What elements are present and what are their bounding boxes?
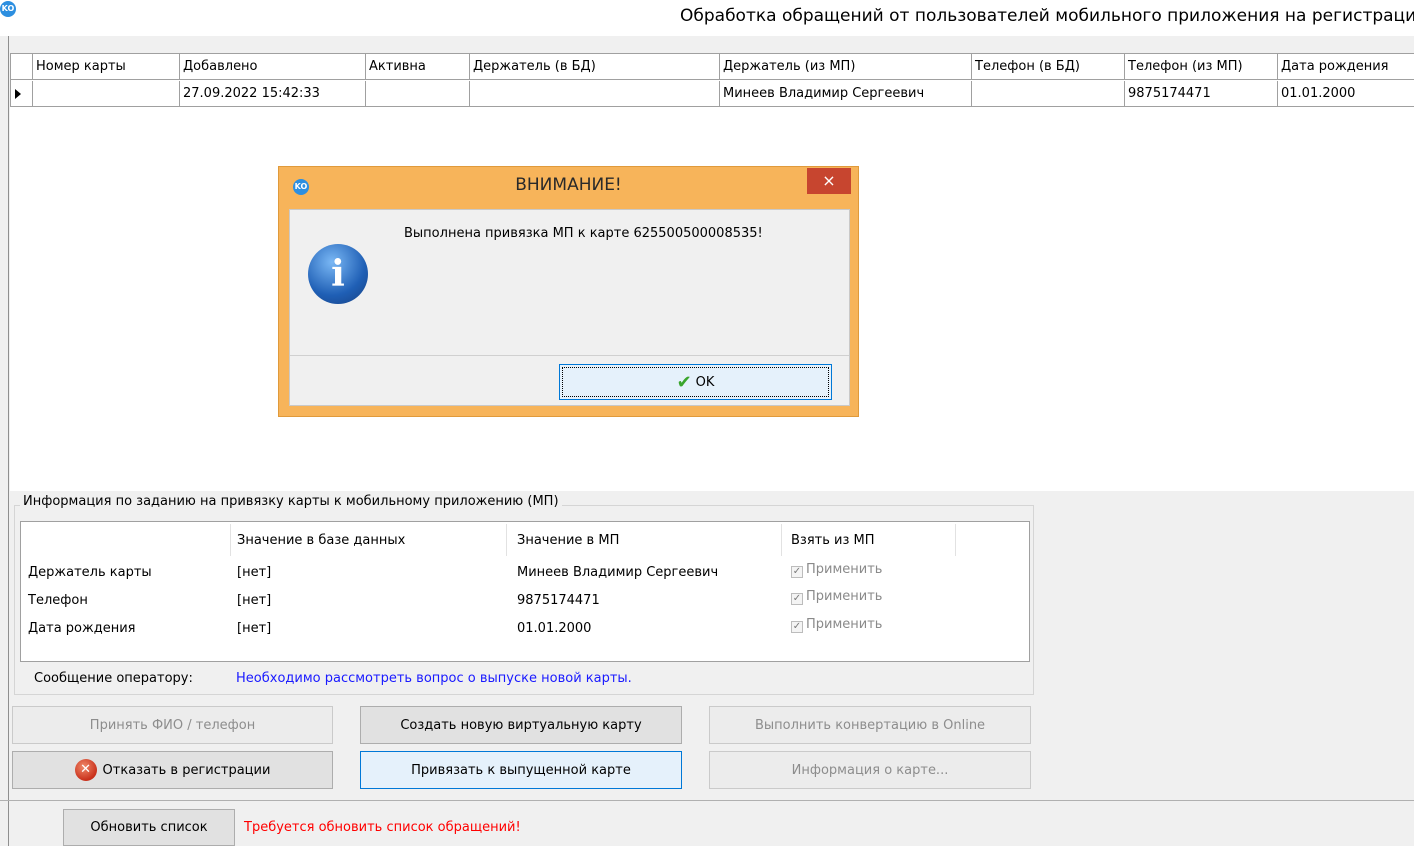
- grid-header: Номер карты Добавлено Активна Держатель …: [10, 54, 1414, 80]
- create-virtual-card-button[interactable]: Создать новую виртуальную карту: [360, 706, 682, 744]
- window-left-border: [8, 36, 9, 846]
- cell-active[interactable]: [366, 81, 470, 107]
- holder-apply-checkbox: ✓ Применить: [791, 562, 883, 578]
- window-title: Обработка обращений от пользователей моб…: [680, 6, 1414, 26]
- column-header-birth-date[interactable]: Дата рождения: [1278, 54, 1414, 80]
- reject-registration-label: Отказать в регистрации: [102, 762, 271, 778]
- row-indicator-cell: [10, 81, 33, 107]
- apply-label: Применить: [806, 562, 883, 577]
- column-header-take-from-mp: Взять из МП: [791, 533, 875, 548]
- holder-mp-value: Минеев Владимир Сергеевич: [517, 565, 719, 580]
- dialog-footer: ✔ OK: [290, 355, 849, 405]
- column-header-card-number[interactable]: Номер карты: [33, 54, 180, 80]
- phone-row-label: Телефон: [28, 593, 88, 608]
- binding-info-group-title: Информация по заданию на привязку карты …: [20, 494, 562, 509]
- column-header-holder-db[interactable]: Держатель (в БД): [470, 54, 720, 80]
- app-logo-icon: KO: [0, 1, 16, 17]
- column-header-active[interactable]: Активна: [366, 54, 470, 80]
- column-header-phone-db[interactable]: Телефон (в БД): [972, 54, 1125, 80]
- column-header-mp-value: Значение в МП: [517, 533, 620, 548]
- refresh-warning-text: Требуется обновить список обращений!: [244, 820, 521, 835]
- column-header-db-value: Значение в базе данных: [237, 533, 406, 548]
- reject-registration-button[interactable]: ✕ Отказать в регистрации: [12, 751, 333, 789]
- bottom-divider: [0, 800, 1414, 801]
- attention-dialog: KO ВНИМАНИЕ! × i Выполнена привязка МП к…: [278, 166, 859, 417]
- birth-date-db-value: [нет]: [237, 621, 272, 636]
- dialog-ok-label: OK: [695, 374, 715, 390]
- birth-date-apply-checkbox: ✓ Применить: [791, 617, 883, 633]
- holder-db-value: [нет]: [237, 565, 272, 580]
- phone-db-value: [нет]: [237, 593, 272, 608]
- column-header-added[interactable]: Добавлено: [180, 54, 366, 80]
- binding-info-table: Значение в базе данных Значение в МП Взя…: [20, 521, 1030, 662]
- checkbox-checked-icon: ✓: [791, 621, 803, 633]
- dialog-body: i Выполнена привязка МП к карте 62550050…: [289, 209, 850, 406]
- cell-card-number[interactable]: [33, 81, 180, 107]
- cell-holder-db[interactable]: [470, 81, 720, 107]
- cell-added[interactable]: 27.09.2022 15:42:33: [180, 81, 366, 107]
- birth-date-mp-value: 01.01.2000: [517, 621, 592, 636]
- header-separator: [781, 524, 782, 556]
- current-row-arrow-icon: [15, 89, 21, 99]
- checkbox-checked-icon: ✓: [791, 566, 803, 578]
- bind-to-issued-card-button[interactable]: Привязать к выпущенной карте: [360, 751, 682, 789]
- dialog-message: Выполнена привязка МП к карте 6255005000…: [404, 226, 763, 241]
- information-icon: i: [308, 244, 368, 304]
- operator-message-text: Необходимо рассмотреть вопрос о выпуске …: [236, 671, 632, 686]
- holder-row-label: Держатель карты: [28, 565, 152, 580]
- error-cross-icon: ✕: [74, 759, 97, 781]
- cell-phone-mp[interactable]: 9875174471: [1125, 81, 1278, 107]
- column-header-phone-mp[interactable]: Телефон (из МП): [1125, 54, 1278, 80]
- apply-label: Применить: [806, 617, 883, 632]
- apply-label: Применить: [806, 589, 883, 604]
- checkmark-icon: ✔: [676, 371, 692, 393]
- cell-birth-date[interactable]: 01.01.2000: [1278, 81, 1414, 107]
- cell-phone-db[interactable]: [972, 81, 1125, 107]
- header-separator: [955, 524, 956, 556]
- convert-online-button[interactable]: Выполнить конвертацию в Online: [709, 706, 1031, 744]
- cell-holder-mp[interactable]: Минеев Владимир Сергеевич: [720, 81, 972, 107]
- header-indicator-cell: [10, 54, 33, 80]
- window-titlebar: KO Обработка обращений от пользователей …: [0, 0, 1414, 36]
- column-header-holder-mp[interactable]: Держатель (из МП): [720, 54, 972, 80]
- operator-message-label: Сообщение оператору:: [34, 671, 193, 686]
- accept-name-phone-button[interactable]: Принять ФИО / телефон: [12, 706, 333, 744]
- refresh-list-button[interactable]: Обновить список: [63, 809, 235, 846]
- dialog-title: ВНИМАНИЕ!: [515, 175, 622, 195]
- header-separator: [506, 524, 507, 556]
- checkbox-checked-icon: ✓: [791, 593, 803, 605]
- birth-date-row-label: Дата рождения: [28, 621, 136, 636]
- dialog-close-button[interactable]: ×: [807, 168, 851, 194]
- header-separator: [230, 524, 231, 556]
- phone-apply-checkbox: ✓ Применить: [791, 589, 883, 605]
- phone-mp-value: 9875174471: [517, 593, 600, 608]
- card-info-button[interactable]: Информация о карте...: [709, 751, 1031, 789]
- dialog-ok-button[interactable]: ✔ OK: [559, 364, 832, 400]
- table-row[interactable]: 27.09.2022 15:42:33 Минеев Владимир Серг…: [10, 81, 1414, 107]
